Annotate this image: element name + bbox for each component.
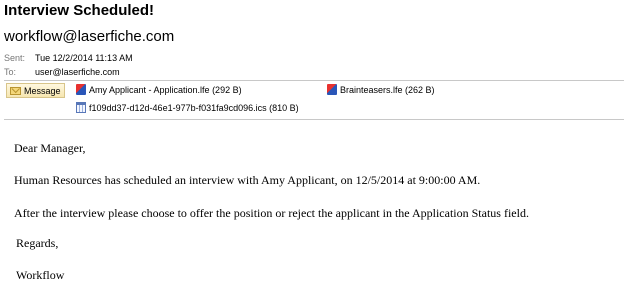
sent-label: Sent: <box>4 53 26 63</box>
attachment-label: Brainteasers.lfe (262 B) <box>340 85 435 95</box>
calendar-file-icon <box>76 102 86 114</box>
sent-value: Tue 12/2/2014 11:13 AM <box>35 53 133 63</box>
laserfiche-file-icon <box>327 84 337 96</box>
sent-row: Sent: Tue 12/2/2014 11:13 AM <box>4 53 133 63</box>
attachments-bar: Message Amy Applicant - Application.lfe … <box>4 80 624 120</box>
attachment-ics[interactable]: f109dd37-d12d-46e1-977b-f031fa9cd096.ics… <box>76 102 299 114</box>
envelope-icon <box>10 87 21 95</box>
body-signature: Workflow <box>16 268 65 282</box>
to-label: To: <box>4 67 17 77</box>
email-sender[interactable]: workflow@laserfiche.com <box>4 28 174 45</box>
attachment-brainteasers[interactable]: Brainteasers.lfe (262 B) <box>327 84 435 96</box>
message-tab-label: Message <box>24 86 61 96</box>
body-paragraph-2: After the interview please choose to off… <box>14 206 529 220</box>
attachment-label: Amy Applicant - Application.lfe (292 B) <box>89 85 242 95</box>
body-paragraph-1: Human Resources has scheduled an intervi… <box>14 173 481 187</box>
email-subject: Interview Scheduled! <box>4 2 155 19</box>
to-value[interactable]: user@laserfiche.com <box>35 67 120 77</box>
attachment-label: f109dd37-d12d-46e1-977b-f031fa9cd096.ics… <box>89 103 299 113</box>
attachment-application[interactable]: Amy Applicant - Application.lfe (292 B) <box>76 84 242 96</box>
body-greeting: Dear Manager, <box>14 141 86 155</box>
message-tab[interactable]: Message <box>6 83 65 98</box>
email-header: Interview Scheduled! workflow@laserfiche… <box>0 0 626 80</box>
to-row: To: user@laserfiche.com <box>4 67 120 77</box>
laserfiche-file-icon <box>76 84 86 96</box>
body-closing: Regards, <box>16 236 59 250</box>
